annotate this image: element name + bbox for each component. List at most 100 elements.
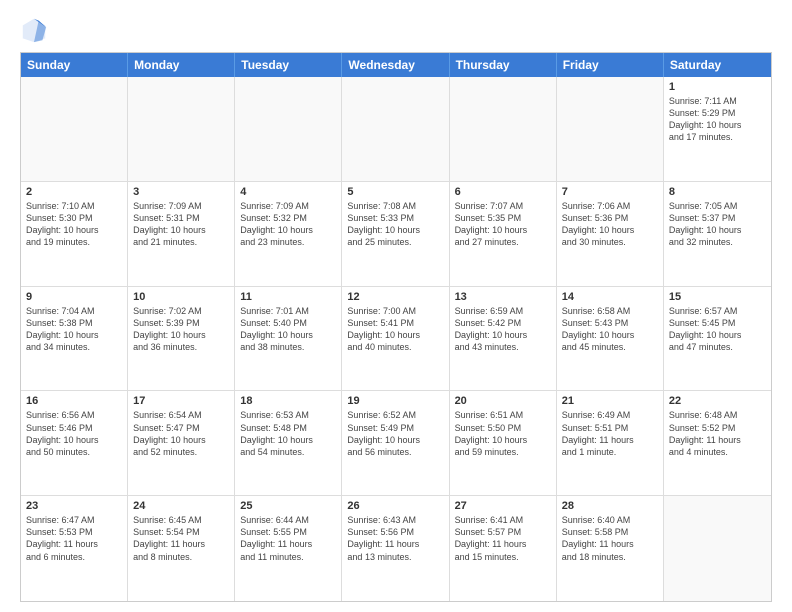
cell-daylight-info: Sunrise: 7:10 AMSunset: 5:30 PMDaylight:… [26, 200, 122, 249]
calendar-cell: 20 Sunrise: 6:51 AMSunset: 5:50 PMDayligh… [450, 391, 557, 495]
calendar-cell: 5 Sunrise: 7:08 AMSunset: 5:33 PMDaylight… [342, 182, 449, 286]
calendar-cell: 15 Sunrise: 6:57 AMSunset: 5:45 PMDayligh… [664, 287, 771, 391]
calendar-cell: 7 Sunrise: 7:06 AMSunset: 5:36 PMDaylight… [557, 182, 664, 286]
cell-daylight-info: Sunrise: 6:53 AMSunset: 5:48 PMDaylight:… [240, 409, 336, 458]
calendar-cell: 10Sunrise: 7:02 AMSunset: 5:39 PMDayligh… [128, 287, 235, 391]
cell-daylight-info: Sunrise: 7:05 AMSunset: 5:37 PMDaylight:… [669, 200, 766, 249]
cell-daylight-info: Sunrise: 7:04 AMSunset: 5:38 PMDaylight:… [26, 305, 122, 354]
day-number: 8 [669, 186, 766, 198]
calendar-cell: 6Sunrise: 7:07 AMSunset: 5:35 PMDaylight… [450, 182, 557, 286]
cell-daylight-info: Sunrise: 6:57 AMSunset: 5:45 PMDaylight:… [669, 305, 766, 354]
calendar-row: 23Sunrise: 6:47 AMSunset: 5:53 PMDayligh… [21, 496, 771, 601]
cell-daylight-info: Sunrise: 6:49 AMSunset: 5:51 PMDaylight:… [562, 409, 658, 458]
day-number: 23 [26, 500, 122, 512]
calendar-header: SundayMondayTuesdayWednesdayThursdayFrid… [21, 53, 771, 77]
calendar-cell [128, 77, 235, 181]
cell-daylight-info: Sunrise: 7:08 AMSunset: 5:33 PMDaylight:… [347, 200, 443, 249]
weekday-header: Thursday [450, 53, 557, 77]
cell-daylight-info: Sunrise: 6:43 AMSunset: 5:56 PMDaylight:… [347, 514, 443, 563]
cell-daylight-info: Sunrise: 6:40 AMSunset: 5:58 PMDaylight:… [562, 514, 658, 563]
day-number: 19 [347, 395, 443, 407]
weekday-header: Wednesday [342, 53, 449, 77]
cell-daylight-info: Sunrise: 6:45 AMSunset: 5:54 PMDaylight:… [133, 514, 229, 563]
cell-daylight-info: Sunrise: 7:09 AMSunset: 5:31 PMDaylight:… [133, 200, 229, 249]
cell-daylight-info: Sunrise: 7:06 AMSunset: 5:36 PMDaylight:… [562, 200, 658, 249]
calendar-cell: 19 Sunrise: 6:52 AMSunset: 5:49 PMDayligh… [342, 391, 449, 495]
cell-daylight-info: Sunrise: 7:09 AMSunset: 5:32 PMDaylight:… [240, 200, 336, 249]
cell-daylight-info: Sunrise: 6:56 AMSunset: 5:46 PMDaylight:… [26, 409, 122, 458]
calendar-row: 9 Sunrise: 7:04 AMSunset: 5:38 PMDaylight… [21, 287, 771, 392]
day-number: 12 [347, 291, 443, 303]
logo-icon [20, 16, 48, 44]
calendar-cell: 11 Sunrise: 7:01 AMSunset: 5:40 PMDayligh… [235, 287, 342, 391]
calendar-cell [235, 77, 342, 181]
day-number: 1 [669, 81, 766, 93]
day-number: 7 [562, 186, 658, 198]
calendar-cell: 27 Sunrise: 6:41 AMSunset: 5:57 PMDayligh… [450, 496, 557, 601]
calendar-row: 1 Sunrise: 7:11 AMSunset: 5:29 PMDaylight… [21, 77, 771, 182]
cell-daylight-info: Sunrise: 7:11 AMSunset: 5:29 PMDaylight:… [669, 95, 766, 144]
calendar-cell: 28 Sunrise: 6:40 AMSunset: 5:58 PMDayligh… [557, 496, 664, 601]
calendar-cell [664, 496, 771, 601]
day-number: 18 [240, 395, 336, 407]
day-number: 9 [26, 291, 122, 303]
calendar-cell: 3 Sunrise: 7:09 AMSunset: 5:31 PMDaylight… [128, 182, 235, 286]
cell-daylight-info: Sunrise: 6:58 AMSunset: 5:43 PMDaylight:… [562, 305, 658, 354]
header [20, 16, 772, 44]
calendar-cell: 23Sunrise: 6:47 AMSunset: 5:53 PMDayligh… [21, 496, 128, 601]
calendar-row: 16 Sunrise: 6:56 AMSunset: 5:46 PMDayligh… [21, 391, 771, 496]
day-number: 22 [669, 395, 766, 407]
weekday-header: Tuesday [235, 53, 342, 77]
cell-daylight-info: Sunrise: 6:52 AMSunset: 5:49 PMDaylight:… [347, 409, 443, 458]
cell-daylight-info: Sunrise: 6:41 AMSunset: 5:57 PMDaylight:… [455, 514, 551, 563]
calendar-cell: 25 Sunrise: 6:44 AMSunset: 5:55 PMDayligh… [235, 496, 342, 601]
calendar-cell: 8 Sunrise: 7:05 AMSunset: 5:37 PMDaylight… [664, 182, 771, 286]
day-number: 3 [133, 186, 229, 198]
cell-daylight-info: Sunrise: 6:51 AMSunset: 5:50 PMDaylight:… [455, 409, 551, 458]
day-number: 21 [562, 395, 658, 407]
calendar-cell: 18 Sunrise: 6:53 AMSunset: 5:48 PMDayligh… [235, 391, 342, 495]
day-number: 25 [240, 500, 336, 512]
day-number: 14 [562, 291, 658, 303]
calendar-cell: 2 Sunrise: 7:10 AMSunset: 5:30 PMDaylight… [21, 182, 128, 286]
calendar-cell: 24 Sunrise: 6:45 AMSunset: 5:54 PMDayligh… [128, 496, 235, 601]
page: SundayMondayTuesdayWednesdayThursdayFrid… [0, 0, 792, 612]
cell-daylight-info: Sunrise: 7:01 AMSunset: 5:40 PMDaylight:… [240, 305, 336, 354]
calendar-cell: 16 Sunrise: 6:56 AMSunset: 5:46 PMDayligh… [21, 391, 128, 495]
cell-daylight-info: Sunrise: 7:00 AMSunset: 5:41 PMDaylight:… [347, 305, 443, 354]
day-number: 27 [455, 500, 551, 512]
cell-daylight-info: Sunrise: 6:48 AMSunset: 5:52 PMDaylight:… [669, 409, 766, 458]
day-number: 17 [133, 395, 229, 407]
calendar-cell [21, 77, 128, 181]
calendar-cell: 17 Sunrise: 6:54 AMSunset: 5:47 PMDayligh… [128, 391, 235, 495]
weekday-header: Sunday [21, 53, 128, 77]
day-number: 24 [133, 500, 229, 512]
calendar-cell [557, 77, 664, 181]
cell-daylight-info: Sunrise: 6:54 AMSunset: 5:47 PMDaylight:… [133, 409, 229, 458]
calendar-cell [342, 77, 449, 181]
day-number: 11 [240, 291, 336, 303]
weekday-header: Saturday [664, 53, 771, 77]
calendar-cell: 22 Sunrise: 6:48 AMSunset: 5:52 PMDayligh… [664, 391, 771, 495]
day-number: 20 [455, 395, 551, 407]
day-number: 4 [240, 186, 336, 198]
calendar-cell: 21 Sunrise: 6:49 AMSunset: 5:51 PMDayligh… [557, 391, 664, 495]
cell-daylight-info: Sunrise: 7:07 AMSunset: 5:35 PMDaylight:… [455, 200, 551, 249]
calendar-cell: 14 Sunrise: 6:58 AMSunset: 5:43 PMDayligh… [557, 287, 664, 391]
day-number: 2 [26, 186, 122, 198]
calendar-cell: 26 Sunrise: 6:43 AMSunset: 5:56 PMDayligh… [342, 496, 449, 601]
calendar-cell: 12 Sunrise: 7:00 AMSunset: 5:41 PMDayligh… [342, 287, 449, 391]
day-number: 28 [562, 500, 658, 512]
calendar-cell: 1 Sunrise: 7:11 AMSunset: 5:29 PMDaylight… [664, 77, 771, 181]
calendar-cell: 4 Sunrise: 7:09 AMSunset: 5:32 PMDaylight… [235, 182, 342, 286]
weekday-header: Friday [557, 53, 664, 77]
day-number: 5 [347, 186, 443, 198]
calendar-cell [450, 77, 557, 181]
day-number: 15 [669, 291, 766, 303]
day-number: 26 [347, 500, 443, 512]
calendar-body: 1 Sunrise: 7:11 AMSunset: 5:29 PMDaylight… [21, 77, 771, 601]
cell-daylight-info: Sunrise: 6:44 AMSunset: 5:55 PMDaylight:… [240, 514, 336, 563]
day-number: 16 [26, 395, 122, 407]
logo [20, 16, 52, 44]
calendar: SundayMondayTuesdayWednesdayThursdayFrid… [20, 52, 772, 602]
